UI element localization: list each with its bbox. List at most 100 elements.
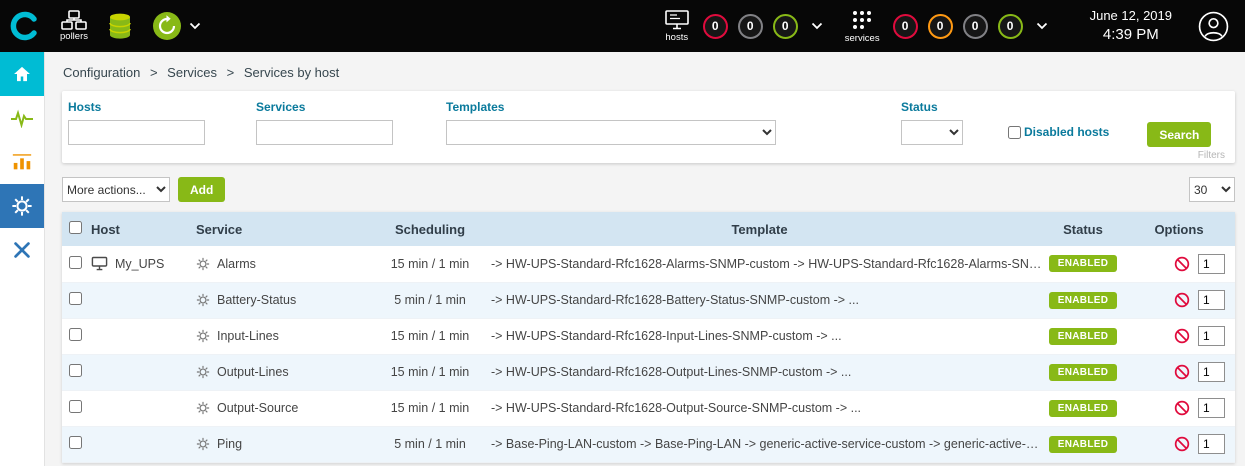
services-ok-counter[interactable]: 0 — [998, 14, 1023, 39]
sidebar-item-administration[interactable] — [0, 228, 44, 272]
services-filter-input[interactable] — [256, 120, 393, 145]
template-chain: -> HW-UPS-Standard-Rfc1628-Alarms-SNMP-c… — [476, 246, 1043, 282]
services-menu[interactable]: services — [845, 8, 880, 44]
options-input[interactable] — [1198, 326, 1225, 346]
hosts-filter-input[interactable] — [68, 120, 205, 145]
service-gear-icon[interactable] — [196, 401, 210, 415]
breadcrumb: Configuration > Services > Services by h… — [62, 52, 1235, 91]
column-header-scheduling[interactable]: Scheduling — [384, 212, 476, 246]
centreon-logo-icon — [10, 11, 40, 41]
actions-row: More actions... Add 30 — [62, 177, 1235, 202]
row-checkbox[interactable] — [69, 328, 82, 341]
disable-icon[interactable] — [1174, 292, 1190, 308]
current-time: 4:39 PM — [1090, 25, 1172, 45]
services-unknown-counter[interactable]: 0 — [963, 14, 988, 39]
status-badge: ENABLED — [1049, 436, 1117, 453]
hosts-menu[interactable]: hosts — [664, 9, 690, 43]
options-input[interactable] — [1198, 290, 1225, 310]
service-gear-icon[interactable] — [196, 437, 210, 451]
column-header-options[interactable]: Options — [1123, 212, 1235, 246]
column-header-host[interactable]: Host — [88, 212, 194, 246]
hosts-unreachable-counter[interactable]: 0 — [738, 14, 763, 39]
user-icon — [1198, 11, 1229, 42]
disable-icon[interactable] — [1174, 400, 1190, 416]
database-status[interactable] — [108, 13, 132, 40]
platform-status[interactable] — [152, 11, 201, 41]
templates-filter-label: Templates — [446, 100, 776, 114]
row-checkbox[interactable] — [69, 256, 82, 269]
status-badge: ENABLED — [1049, 364, 1117, 381]
services-table: Host Service Scheduling Template Status … — [62, 212, 1235, 463]
centreon-logo[interactable] — [0, 11, 50, 41]
search-button[interactable]: Search — [1147, 122, 1211, 147]
more-actions-select[interactable]: More actions... — [62, 177, 170, 202]
hosts-label: hosts — [665, 33, 688, 43]
disable-icon[interactable] — [1174, 256, 1190, 272]
user-profile-button[interactable] — [1198, 11, 1229, 42]
row-checkbox[interactable] — [69, 400, 82, 413]
breadcrumb-services-by-host[interactable]: Services by host — [244, 65, 339, 80]
column-header-template[interactable]: Template — [476, 212, 1043, 246]
column-header-status[interactable]: Status — [1043, 212, 1123, 246]
services-critical-counter[interactable]: 0 — [893, 14, 918, 39]
sidebar-item-monitoring[interactable] — [0, 96, 44, 140]
chevron-down-icon[interactable] — [811, 22, 823, 30]
current-date: June 12, 2019 — [1090, 8, 1172, 25]
status-filter-select[interactable] — [901, 120, 963, 145]
filter-services: Services — [256, 100, 393, 145]
disable-icon[interactable] — [1174, 364, 1190, 380]
disabled-hosts-checkbox[interactable] — [1008, 126, 1021, 139]
hosts-icon — [664, 9, 690, 31]
page-size-select[interactable]: 30 — [1189, 177, 1235, 202]
select-all-checkbox[interactable] — [69, 221, 82, 234]
options-input[interactable] — [1198, 362, 1225, 382]
row-checkbox[interactable] — [69, 364, 82, 377]
options-input[interactable] — [1198, 254, 1225, 274]
column-header-service[interactable]: Service — [194, 212, 384, 246]
services-filter-label: Services — [256, 100, 393, 114]
disabled-hosts-toggle[interactable]: Disabled hosts — [1008, 125, 1109, 139]
table-header-row: Host Service Scheduling Template Status … — [62, 212, 1235, 246]
disable-icon[interactable] — [1174, 328, 1190, 344]
templates-filter-select[interactable] — [446, 120, 776, 145]
heartbeat-icon — [10, 108, 34, 128]
chevron-down-icon[interactable] — [189, 22, 201, 30]
row-checkbox[interactable] — [69, 292, 82, 305]
service-name[interactable]: Alarms — [217, 257, 256, 271]
template-chain: -> Base-Ping-LAN-custom -> Base-Ping-LAN… — [476, 426, 1043, 462]
sidebar-item-reporting[interactable] — [0, 140, 44, 184]
service-gear-icon[interactable] — [196, 293, 210, 307]
options-input[interactable] — [1198, 434, 1225, 454]
service-gear-icon[interactable] — [196, 365, 210, 379]
hosts-down-counter[interactable]: 0 — [703, 14, 728, 39]
pollers-menu[interactable]: pollers — [60, 10, 88, 42]
service-name[interactable]: Input-Lines — [217, 329, 279, 343]
service-name[interactable]: Battery-Status — [217, 293, 296, 307]
service-name[interactable]: Ping — [217, 437, 242, 451]
options-input[interactable] — [1198, 398, 1225, 418]
scheduling-value: 15 min / 1 min — [384, 318, 476, 354]
service-gear-icon[interactable] — [196, 329, 210, 343]
hosts-up-counter[interactable]: 0 — [773, 14, 798, 39]
chevron-down-icon[interactable] — [1036, 22, 1048, 30]
clock: June 12, 2019 4:39 PM — [1090, 8, 1172, 44]
sidebar-item-home[interactable] — [0, 52, 44, 96]
status-badge: ENABLED — [1049, 328, 1117, 345]
disable-icon[interactable] — [1174, 436, 1190, 452]
status-badge: ENABLED — [1049, 292, 1117, 309]
service-name[interactable]: Output-Lines — [217, 365, 289, 379]
services-label: services — [845, 34, 880, 44]
service-name[interactable]: Output-Source — [217, 401, 298, 415]
pollers-icon — [61, 10, 87, 30]
breadcrumb-services[interactable]: Services — [167, 65, 217, 80]
top-bar: pollers hosts 0 0 0 — [0, 0, 1245, 52]
services-warning-counter[interactable]: 0 — [928, 14, 953, 39]
add-button[interactable]: Add — [178, 177, 225, 202]
service-gear-icon[interactable] — [196, 257, 210, 271]
breadcrumb-configuration[interactable]: Configuration — [63, 65, 140, 80]
breadcrumb-separator: > — [150, 65, 158, 80]
sidebar-item-configuration[interactable] — [0, 184, 44, 228]
host-name[interactable]: My_UPS — [115, 257, 164, 271]
template-chain: -> HW-UPS-Standard-Rfc1628-Battery-Statu… — [476, 282, 1043, 318]
row-checkbox[interactable] — [69, 436, 82, 449]
